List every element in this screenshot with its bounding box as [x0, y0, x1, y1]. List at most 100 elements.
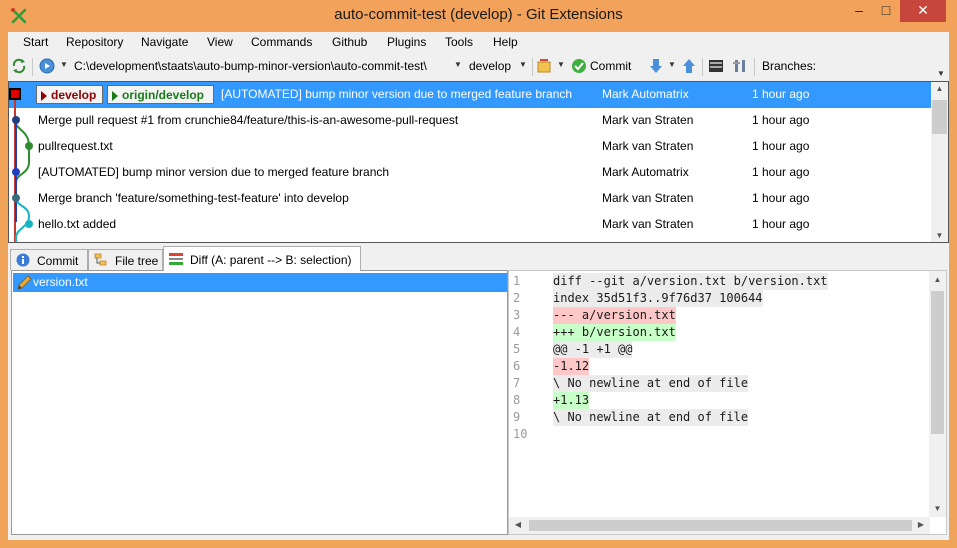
diff-line: \ No newline at end of file	[553, 375, 749, 392]
window-title: auto-commit-test (develop) - Git Extensi…	[334, 6, 623, 23]
menu-github[interactable]: Github	[332, 35, 367, 49]
line-number: 3	[513, 308, 521, 322]
revision-grid-scrollbar[interactable]: ▲ ▼	[931, 82, 948, 242]
branch-label-origin-develop[interactable]: origin/develop	[107, 85, 214, 104]
menu-tools[interactable]: Tools	[445, 35, 473, 49]
scroll-left-icon[interactable]: ◀	[512, 520, 524, 529]
commit-button[interactable]: Commit	[590, 59, 631, 73]
toolbar: ▼ C:\development\staats\auto-bump-minor-…	[8, 55, 949, 79]
revision-message: Merge pull request #1 from crunchie84/fe…	[38, 113, 459, 127]
info-icon	[16, 253, 30, 267]
close-button[interactable]: ✕	[900, 0, 946, 22]
scroll-right-icon[interactable]: ▶	[915, 520, 927, 529]
menu-help[interactable]: Help	[493, 35, 518, 49]
revision-date: 1 hour ago	[752, 191, 810, 205]
tab-commit[interactable]: Commit	[10, 249, 88, 270]
menu-navigate[interactable]: Navigate	[141, 35, 188, 49]
revision-date: 1 hour ago	[752, 165, 810, 179]
menu-plugins[interactable]: Plugins	[387, 35, 426, 49]
revision-author: Mark Automatrix	[602, 87, 689, 101]
revision-date: 1 hour ago	[752, 217, 810, 231]
revision-author: Mark van Straten	[602, 113, 694, 127]
revision-date: 1 hour ago	[752, 87, 810, 101]
revision-message: pullrequest.txt	[38, 139, 113, 153]
maximize-button[interactable]: □	[873, 0, 899, 22]
diff-line: \ No newline at end of file	[553, 409, 749, 426]
menu-repository[interactable]: Repository	[66, 35, 123, 49]
revision-row[interactable]: hello.txt added Mark van Straten 1 hour …	[9, 212, 932, 238]
globe-icon[interactable]	[39, 58, 55, 74]
diff-icon	[169, 253, 183, 265]
line-number: 7	[513, 376, 521, 390]
chevron-down-icon[interactable]: ▼	[519, 60, 527, 69]
pencil-icon	[17, 275, 32, 290]
scroll-up-icon[interactable]: ▲	[929, 275, 946, 284]
diff-line-added: +++ b/version.txt	[553, 324, 676, 341]
toolbar-overflow-icon[interactable]: ▼	[937, 69, 945, 78]
pull-arrow-icon[interactable]	[648, 58, 664, 74]
current-branch[interactable]: develop	[469, 59, 511, 73]
diff-line: diff --git a/version.txt b/version.txt	[553, 273, 828, 290]
diff-viewer[interactable]: 1 2 3 4 5 6 7 8 9 10 diff --git a/versio…	[508, 270, 947, 535]
tab-diff[interactable]: Diff (A: parent --> B: selection)	[163, 246, 361, 271]
scroll-down-icon[interactable]: ▼	[931, 231, 948, 240]
line-number: 2	[513, 291, 521, 305]
settings-tools-icon[interactable]	[732, 58, 748, 74]
revision-message: hello.txt added	[38, 217, 117, 231]
menu-bar: Start Repository Navigate View Commands …	[8, 32, 949, 54]
scroll-up-icon[interactable]: ▲	[931, 84, 948, 93]
chevron-down-icon[interactable]: ▼	[60, 60, 68, 69]
stash-icon[interactable]	[536, 58, 552, 74]
diff-line: @@ -1 +1 @@	[553, 341, 633, 358]
line-number: 9	[513, 410, 521, 424]
changed-files-list[interactable]: version.txt	[11, 270, 508, 535]
refresh-icon[interactable]	[11, 58, 27, 74]
chevron-down-icon[interactable]: ▼	[557, 60, 565, 69]
commit-graph	[9, 88, 33, 242]
detail-tabs: Commit File tree Diff (A: parent --> B: …	[8, 246, 949, 271]
repository-path[interactable]: C:\development\staats\auto-bump-minor-ve…	[74, 59, 427, 73]
revision-date: 1 hour ago	[752, 139, 810, 153]
file-tree-icon	[94, 253, 107, 266]
diff-vertical-scrollbar[interactable]: ▲ ▼	[929, 271, 946, 517]
menu-view[interactable]: View	[207, 35, 233, 49]
revision-author: Mark van Straten	[602, 139, 694, 153]
line-number: 4	[513, 325, 521, 339]
revision-message: [AUTOMATED] bump minor version due to me…	[221, 87, 573, 101]
revision-row[interactable]: [AUTOMATED] bump minor version due to me…	[9, 160, 932, 186]
revision-date: 1 hour ago	[752, 113, 810, 127]
push-arrow-icon[interactable]	[681, 58, 697, 74]
scrollbar-thumb[interactable]	[932, 100, 947, 134]
commit-check-icon[interactable]	[571, 58, 587, 74]
scroll-down-icon[interactable]: ▼	[929, 504, 946, 513]
revision-row[interactable]: develop origin/develop [AUTOMATED] bump …	[9, 82, 932, 108]
revision-row[interactable]: Merge branch 'feature/something-test-fea…	[9, 186, 932, 212]
chevron-down-icon[interactable]: ▼	[668, 60, 676, 69]
diff-horizontal-scrollbar[interactable]: ◀ ▶	[509, 517, 930, 534]
revision-grid[interactable]: develop origin/develop [AUTOMATED] bump …	[8, 81, 949, 243]
console-icon[interactable]	[708, 58, 724, 74]
menu-start[interactable]: Start	[23, 35, 48, 49]
revision-row[interactable]: pullrequest.txt Mark van Straten 1 hour …	[9, 134, 932, 160]
chevron-down-icon[interactable]: ▼	[454, 60, 462, 69]
scrollbar-thumb[interactable]	[931, 291, 944, 434]
line-number-gutter: 1 2 3 4 5 6 7 8 9 10	[509, 271, 547, 517]
menu-commands[interactable]: Commands	[251, 35, 312, 49]
line-number: 10	[513, 427, 528, 441]
file-list-item[interactable]: version.txt	[13, 273, 507, 292]
line-number: 8	[513, 393, 521, 407]
diff-line-removed: -1.12	[553, 358, 590, 375]
minimize-button[interactable]: –	[846, 0, 872, 22]
revision-message: Merge branch 'feature/something-test-fea…	[38, 191, 349, 205]
revision-row[interactable]: Merge pull request #1 from crunchie84/fe…	[9, 108, 932, 134]
line-number: 5	[513, 342, 521, 356]
main-window: Start Repository Navigate View Commands …	[8, 32, 949, 540]
diff-line: index 35d51f3..9f76d37 100644	[553, 290, 763, 307]
scrollbar-thumb[interactable]	[529, 520, 912, 531]
tab-file-tree[interactable]: File tree	[88, 249, 163, 270]
revision-author: Mark van Straten	[602, 191, 694, 205]
file-name: version.txt	[33, 275, 88, 289]
diff-line-added: +1.13	[553, 392, 590, 409]
revision-message: [AUTOMATED] bump minor version due to me…	[38, 165, 390, 179]
branch-label-develop[interactable]: develop	[36, 85, 103, 104]
